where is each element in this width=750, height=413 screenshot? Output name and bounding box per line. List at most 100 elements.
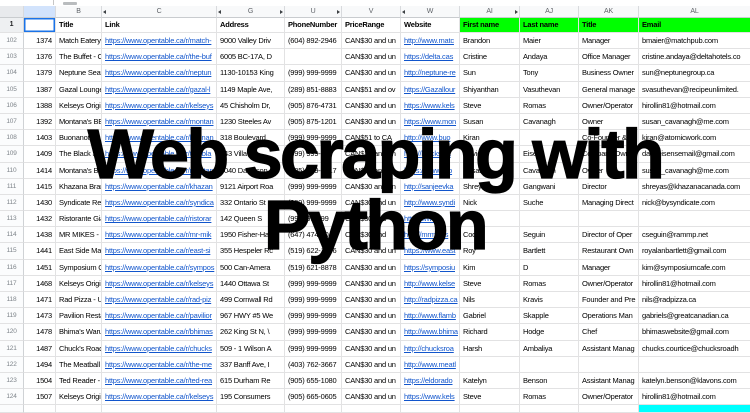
cell-id[interactable]: 1409	[24, 146, 56, 163]
cell-link[interactable]: https://www.opentable.ca/r/montan	[102, 113, 217, 131]
cell-contact_title[interactable]: Director of Oper	[579, 227, 639, 244]
cell-title[interactable]: Kelseys Original	[56, 275, 102, 292]
cell-first_name[interactable]: Katelyn	[460, 372, 520, 390]
cell-id[interactable]: 1415	[24, 178, 56, 195]
cell-phone[interactable]: (289) 851-8883	[285, 81, 342, 98]
cell-title[interactable]: Chuck's Roadho	[56, 340, 102, 357]
cell-id[interactable]: 1432	[24, 211, 56, 228]
cell-first_name[interactable]	[460, 211, 520, 228]
cell-phone[interactable]	[285, 49, 342, 66]
cell-title[interactable]: Ristorante Giard	[56, 211, 102, 228]
hidden-columns-left-icon[interactable]	[103, 10, 106, 14]
header-cell-id[interactable]	[24, 18, 56, 33]
cell-first_name[interactable]: Cody	[460, 227, 520, 244]
cell-price[interactable]	[342, 405, 401, 413]
hidden-columns-right-icon[interactable]	[280, 10, 283, 14]
cell-link[interactable]: https://www.opentable.ca/r/rad-piz	[102, 292, 217, 309]
cell-website[interactable]: http://www.matc	[401, 33, 460, 50]
cell-id[interactable]: 1392	[24, 113, 56, 131]
cell-link[interactable]: https://www.opentable.ca/r/the-bla	[102, 146, 217, 163]
cell-link[interactable]: https://www.opentable.ca/r/east-si	[102, 243, 217, 260]
cell-website[interactable]: http://sanjeevka	[401, 178, 460, 195]
hidden-columns-right-icon[interactable]	[515, 10, 518, 14]
cell-first_name[interactable]: Kim	[460, 259, 520, 276]
cell-phone[interactable]: (905) 665-0605	[285, 389, 342, 406]
header-cell-link[interactable]: Link	[102, 18, 217, 33]
cell-contact_title[interactable]: Director	[579, 178, 639, 195]
cell-website[interactable]: https://Gazallour	[401, 81, 460, 98]
cell-title[interactable]	[56, 405, 102, 413]
row-header-1[interactable]: 1	[0, 18, 24, 33]
cell-title[interactable]: Rad Pizza - Upd	[56, 292, 102, 309]
header-cell-website[interactable]: Website	[401, 18, 460, 33]
cell-phone[interactable]: (999) 999-9999	[285, 308, 342, 325]
cell-first_name[interactable]: Roy	[460, 243, 520, 260]
cell-id[interactable]: 1374	[24, 33, 56, 50]
row-header[interactable]: 103	[0, 49, 24, 66]
cell-address[interactable]: 45 Chisholm Dr,	[217, 97, 285, 114]
cell-address[interactable]: 142 Queen S	[217, 211, 285, 228]
cell-email[interactable]: kim@symposiumcafe.com	[639, 259, 750, 276]
cell-link[interactable]: https://www.opentable.ca/r/ristorar	[102, 211, 217, 228]
cell-website[interactable]: http://www.syndi	[401, 194, 460, 212]
cell-last_name[interactable]: D	[520, 259, 579, 276]
cell-last_name[interactable]: Vasuthevan	[520, 81, 579, 98]
cell-title[interactable]: Buonanotte - U	[56, 130, 102, 147]
cell-link[interactable]: https://www.opentable.ca/r/syndica	[102, 194, 217, 212]
cell-first_name[interactable]: Brandon	[460, 33, 520, 50]
cell-website[interactable]: http://mrmikes	[401, 227, 460, 244]
cell-last_name[interactable]: Maier	[520, 33, 579, 50]
cell-phone[interactable]: (999) 999-9999	[285, 292, 342, 309]
cell-last_name[interactable]	[520, 211, 579, 228]
cell-id[interactable]: 1387	[24, 81, 56, 98]
row-header[interactable]: 121	[0, 340, 24, 357]
cell-contact_title[interactable]: Operations Man	[579, 308, 639, 325]
cell-price[interactable]: CAN$30 and un	[342, 259, 401, 276]
cell-contact_title[interactable]: Managing Direct	[579, 194, 639, 212]
cell-link[interactable]: https://www.opentable.ca/r/kelseys	[102, 97, 217, 114]
cell-contact_title[interactable]: Business Owner	[579, 65, 639, 82]
cell-id[interactable]: 1504	[24, 372, 56, 390]
cell-phone[interactable]: (999) 999-9999	[285, 178, 342, 195]
cell-last_name[interactable]: Tony	[520, 65, 579, 82]
cell-email[interactable]: nick@bysyndicate.com	[639, 194, 750, 212]
cell-link[interactable]: https://www.opentable.ca/r/the-buf	[102, 49, 217, 66]
cell-contact_title[interactable]: Owner	[579, 113, 639, 131]
cell-website[interactable]: http://www.kelse	[401, 275, 460, 292]
cell-price[interactable]: CAN$30 and un	[342, 356, 401, 373]
cell-link[interactable]: https://www.opentable.ca/r/sympos	[102, 259, 217, 276]
cell-link[interactable]: https://www.opentable.ca/r/buonan	[102, 130, 217, 147]
cell-phone[interactable]: (999) 999-9999	[285, 275, 342, 292]
cell-contact_title[interactable]: Office Manager	[579, 49, 639, 66]
header-cell-first_name[interactable]: First name	[460, 18, 520, 33]
cell-last_name[interactable]: Seguin	[520, 227, 579, 244]
cell-email[interactable]: royalanbartlett@gmail.com	[639, 243, 750, 260]
cell-website[interactable]: http://radpizza.ca	[401, 292, 460, 309]
cell-contact_title[interactable]: Owner/Operator	[579, 97, 639, 114]
cell-link[interactable]: https://www.opentable.ca/r/kelseys	[102, 389, 217, 406]
cell-contact_title[interactable]: Founder and Pre	[579, 292, 639, 309]
cell-id[interactable]	[24, 405, 56, 413]
cell-last_name[interactable]: Eisen	[520, 146, 579, 163]
column-header-address[interactable]: G	[217, 6, 285, 18]
column-header-website[interactable]: W	[401, 6, 460, 18]
cell-id[interactable]: 1379	[24, 65, 56, 82]
cell-title[interactable]: Bhima's Warung	[56, 324, 102, 341]
cell-website[interactable]: https://www.kels	[401, 97, 460, 114]
row-header[interactable]: 113	[0, 211, 24, 228]
cell-price[interactable]: CAN$30 and un	[342, 65, 401, 82]
cell-last_name[interactable]: Romas	[520, 389, 579, 406]
cell-last_name[interactable]: Gangwani	[520, 178, 579, 195]
cell-first_name[interactable]: Kiran	[460, 130, 520, 147]
cell-link[interactable]: https://www.opentable.ca/r/mr-mik	[102, 227, 217, 244]
row-header[interactable]: 105	[0, 81, 24, 98]
column-header-first_name[interactable]: AI	[460, 6, 520, 18]
cell-email[interactable]: svasuthevan@recipeunlimited.	[639, 81, 750, 98]
cell-price[interactable]: CAN$30 and un	[342, 340, 401, 357]
row-header[interactable]: 124	[0, 389, 24, 406]
cell-last_name[interactable]: Ambaliya	[520, 340, 579, 357]
cell-email[interactable]: nils@radpizza.ca	[639, 292, 750, 309]
cell-price[interactable]: CAN$51 to CA	[342, 130, 401, 147]
cell-email[interactable]: kiran@atomicwork.com	[639, 130, 750, 147]
cell-id[interactable]: 1403	[24, 130, 56, 147]
